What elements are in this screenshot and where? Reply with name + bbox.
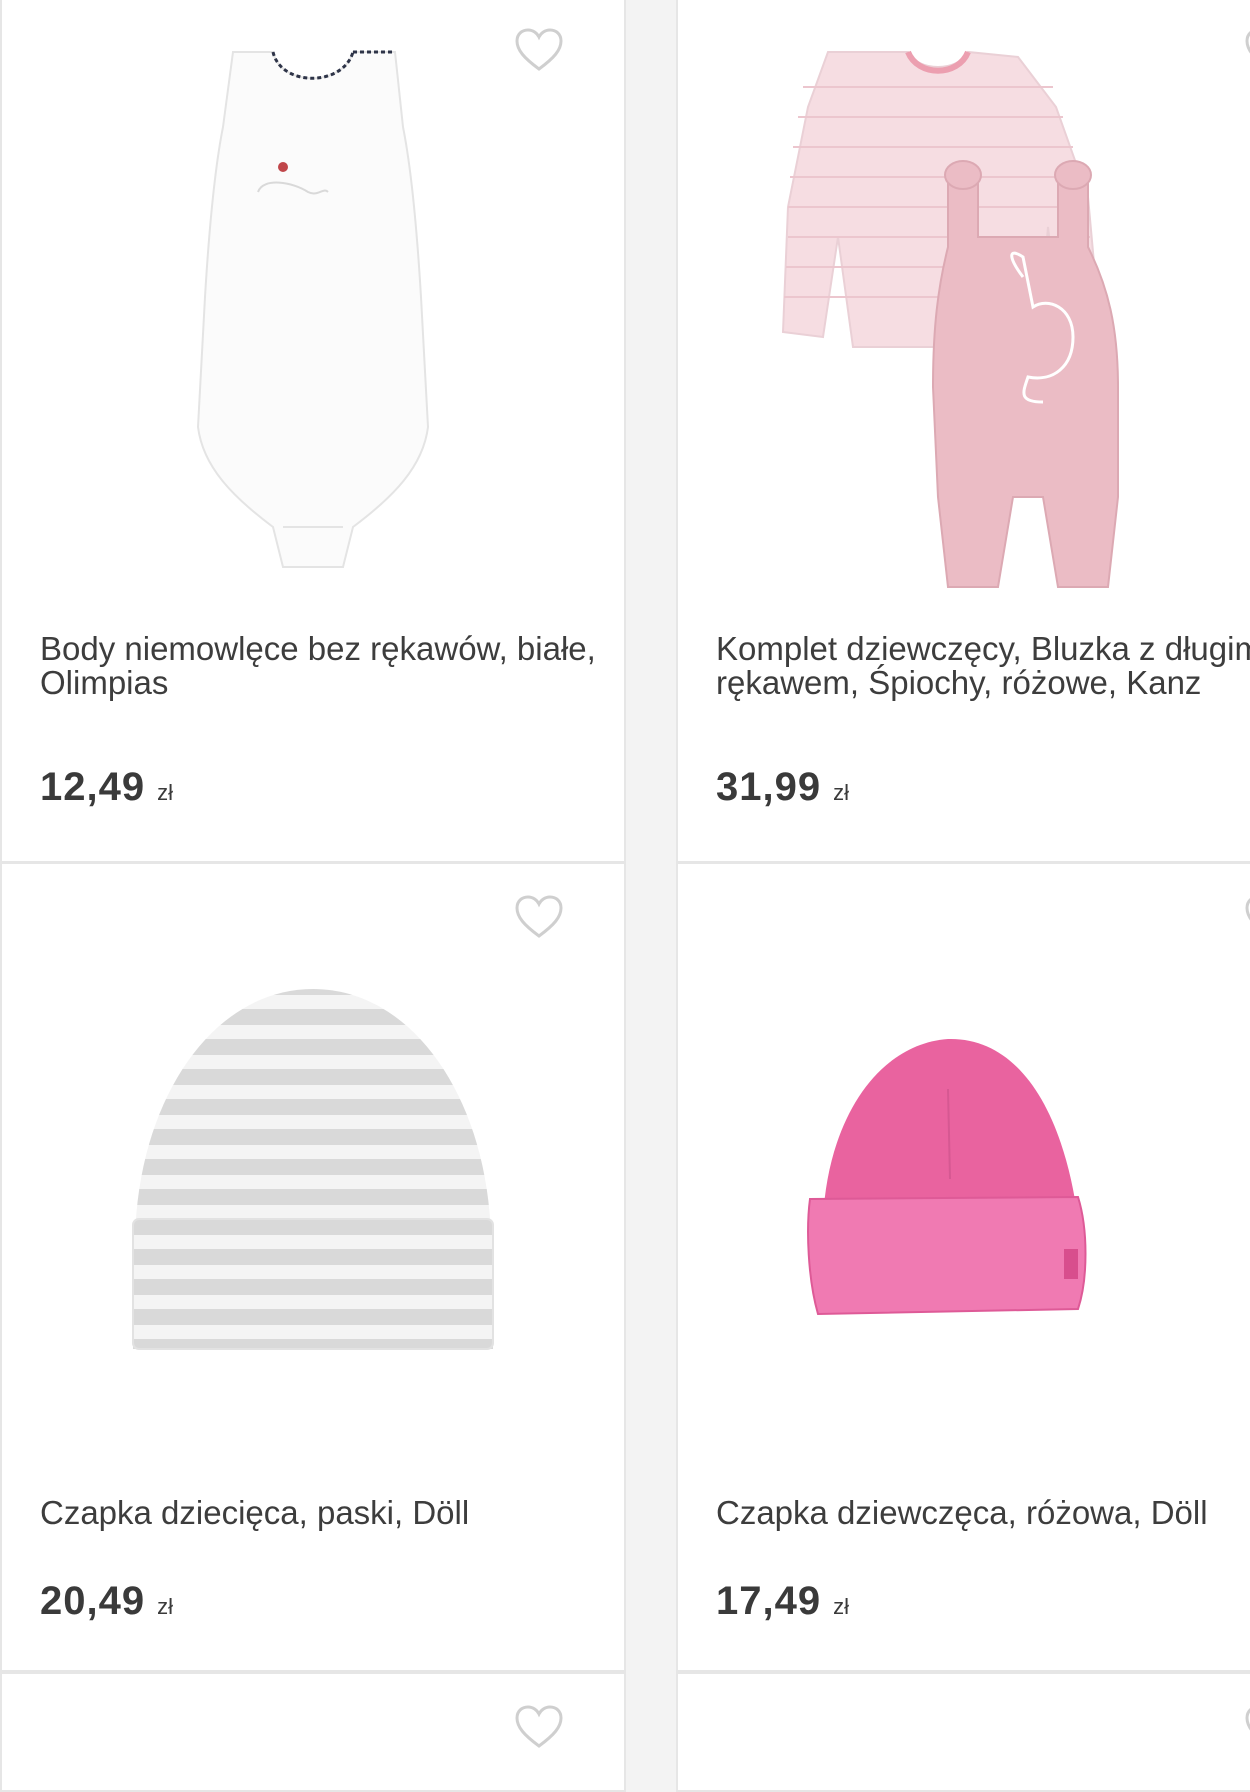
product-image[interactable] (678, 47, 1250, 597)
price-currency: zł (157, 780, 173, 805)
product-image[interactable] (2, 979, 624, 1359)
favorite-heart-icon[interactable] (1244, 894, 1250, 940)
product-grid: Body niemowlęce bez rękawów, białe, Olim… (0, 0, 1250, 1792)
price-amount: 20,49 (40, 1579, 146, 1623)
product-card[interactable] (0, 1672, 626, 1792)
favorite-heart-icon[interactable] (514, 1704, 564, 1750)
product-card[interactable]: Komplet dziewczęcy, Bluzka z długim ręka… (676, 0, 1250, 863)
product-card[interactable]: Body niemowlęce bez rękawów, białe, Olim… (0, 0, 626, 863)
price-amount: 12,49 (40, 765, 146, 809)
product-price: 12,49 zł (40, 765, 173, 810)
price-currency: zł (833, 780, 849, 805)
product-price: 20,49 zł (40, 1579, 173, 1624)
striped-hat-image (132, 989, 494, 1350)
product-price: 17,49 zł (716, 1579, 849, 1624)
product-card[interactable]: Czapka dziecięca, paski, Döll 20,49 zł (0, 862, 626, 1672)
product-card[interactable]: Czapka dziewczęca, różowa, Döll 17,49 zł (676, 862, 1250, 1672)
product-title[interactable]: Komplet dziewczęcy, Bluzka z długim ręka… (716, 632, 1250, 700)
product-image[interactable] (2, 47, 624, 587)
price-currency: zł (157, 1594, 173, 1619)
bodysuit-image (196, 50, 430, 568)
price-amount: 31,99 (716, 765, 822, 809)
product-image[interactable] (678, 1029, 1250, 1329)
favorite-heart-icon[interactable] (1244, 1704, 1250, 1750)
product-title[interactable]: Czapka dziecięca, paski, Döll (40, 1496, 614, 1530)
price-amount: 17,49 (716, 1579, 822, 1623)
product-title[interactable]: Czapka dziewczęca, różowa, Döll (716, 1496, 1250, 1530)
pink-hat-image (807, 1038, 1087, 1316)
clothing-set-image (781, 50, 1119, 588)
product-title[interactable]: Body niemowlęce bez rękawów, białe, Olim… (40, 632, 614, 700)
product-price: 31,99 zł (716, 765, 849, 810)
product-card[interactable] (676, 1672, 1250, 1792)
favorite-heart-icon[interactable] (514, 894, 564, 940)
price-currency: zł (833, 1594, 849, 1619)
